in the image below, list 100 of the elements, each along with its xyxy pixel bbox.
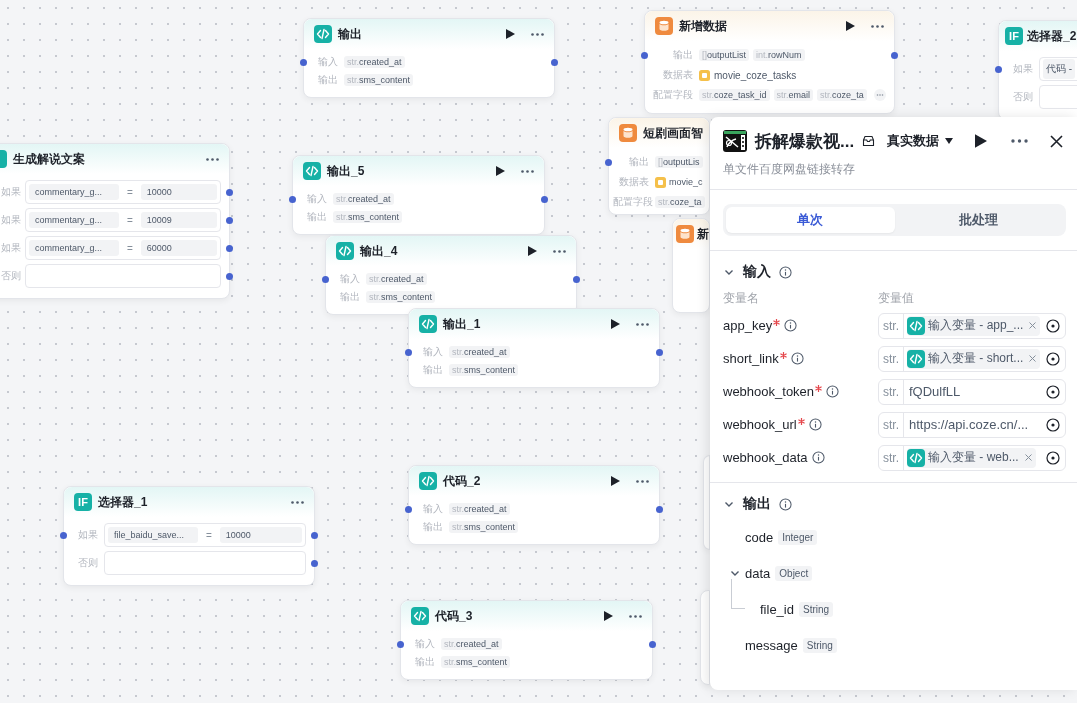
node-card[interactable]: IF 选择器_1 如果 file_baidu_save... = 10000 否则 (63, 486, 315, 586)
node-card[interactable]: 新 (672, 218, 710, 313)
else-field[interactable] (1039, 85, 1077, 109)
more-icon[interactable] (871, 24, 884, 28)
play-icon[interactable] (975, 134, 987, 148)
node-header[interactable]: 新增数据 (645, 11, 894, 41)
more-icon[interactable] (636, 322, 649, 326)
play-icon[interactable] (528, 246, 537, 256)
node-header[interactable]: 代码_3 (401, 601, 652, 631)
node-header[interactable]: 生成解说文案 (0, 144, 229, 174)
port-dot[interactable] (322, 275, 329, 283)
play-icon[interactable] (611, 476, 620, 486)
more-icon[interactable] (531, 32, 544, 36)
node-card[interactable]: IF 选择器_2 如果 代码 - 否则 (998, 20, 1077, 120)
node-header[interactable]: 输出_5 (293, 156, 544, 186)
node-card[interactable]: 代码_2 输入 str.created_at 输出 str.sms_content (408, 465, 660, 545)
info-icon[interactable] (779, 265, 792, 279)
port-dot[interactable] (311, 559, 318, 567)
reference-tag[interactable]: 输入变量 - web... (907, 447, 1036, 468)
node-card[interactable] (703, 455, 710, 550)
port-dot[interactable] (397, 640, 404, 648)
port-dot[interactable] (289, 195, 296, 203)
variable-picker-icon[interactable] (1046, 384, 1060, 399)
port-dot[interactable] (226, 244, 233, 252)
tab[interactable]: 单次 (726, 207, 895, 233)
node-card[interactable] (700, 590, 710, 685)
remove-icon[interactable] (1029, 322, 1037, 329)
more-icon[interactable] (291, 500, 304, 504)
port-dot[interactable] (405, 505, 412, 513)
node-header[interactable]: IF 选择器_2 (999, 21, 1077, 51)
value-field[interactable]: str. 输入变量 - web... (878, 444, 1066, 471)
port-dot[interactable] (995, 65, 1002, 73)
port-dot[interactable] (226, 188, 233, 196)
port-dot[interactable] (541, 195, 548, 203)
port-dot[interactable] (300, 58, 307, 66)
node-header[interactable]: 代码_2 (409, 466, 659, 496)
reference-tag[interactable]: 输入变量 - short... (907, 348, 1041, 369)
more-icon[interactable] (521, 169, 534, 173)
variable-picker-icon[interactable] (1046, 417, 1060, 432)
close-icon[interactable] (1050, 134, 1063, 148)
node-card[interactable]: 短剧画面智 输出 []outputLis 数据表 movie_c 配置字段 str.coze_ta (608, 117, 710, 215)
inbox-icon[interactable] (862, 135, 876, 147)
value-field[interactable]: str. fQDulfLL (878, 378, 1066, 405)
more-icon[interactable] (553, 249, 566, 253)
port-dot[interactable] (573, 275, 580, 283)
info-icon[interactable] (779, 497, 792, 511)
port-dot[interactable] (226, 216, 233, 224)
info-icon[interactable] (808, 418, 822, 431)
port-dot[interactable] (649, 640, 656, 648)
condition-field[interactable]: file_baidu_save... = 10000 (104, 523, 306, 547)
info-icon[interactable] (790, 352, 804, 365)
port-dot[interactable] (656, 505, 663, 513)
condition-field[interactable]: commentary_g... = 10009 (25, 208, 221, 232)
more-icon[interactable] (636, 479, 649, 483)
value-field[interactable]: str. 输入变量 - short... (878, 345, 1066, 372)
port-dot[interactable] (551, 58, 558, 66)
play-icon[interactable] (604, 611, 613, 621)
condition-field[interactable]: commentary_g... = 10000 (25, 180, 221, 204)
more-icon[interactable] (629, 614, 642, 618)
port-dot[interactable] (226, 272, 233, 280)
variable-picker-icon[interactable] (1046, 351, 1060, 366)
node-card[interactable]: 生成解说文案 如果 commentary_g... = 10000 如果 commentary_g... = 10009 如果 commentary_g... = 60000 否则 (0, 143, 230, 299)
node-card[interactable]: 新增数据 输出 []outputList int.rowNum 数据表 movie_coze_tasks 配置字段 str.coze_task_id str.email str.coze_ta (644, 10, 895, 114)
else-field[interactable] (25, 264, 221, 288)
play-icon[interactable] (846, 21, 855, 31)
else-field[interactable] (104, 551, 306, 575)
node-card[interactable]: 输出_4 输入 str.created_at 输出 str.sms_content (325, 235, 577, 315)
info-icon[interactable] (784, 319, 798, 332)
reference-tag[interactable]: 输入变量 - app_... (907, 315, 1041, 336)
node-header[interactable]: 输出 (304, 19, 554, 49)
port-dot[interactable] (405, 348, 412, 356)
info-icon[interactable] (811, 451, 825, 464)
more-icon[interactable] (206, 157, 219, 161)
remove-icon[interactable] (1024, 454, 1032, 461)
data-source-dropdown[interactable]: 真实数据 (887, 132, 954, 150)
node-header[interactable]: 新 (673, 219, 709, 249)
node-card[interactable]: 代码_3 输入 str.created_at 输出 str.sms_content (400, 600, 653, 680)
node-header[interactable]: 短剧画面智 (609, 118, 709, 148)
node-card[interactable]: 输出 输入 str.created_at 输出 str.sms_content (303, 18, 555, 98)
node-header[interactable]: 输出_4 (326, 236, 576, 266)
play-icon[interactable] (496, 166, 505, 176)
variable-picker-icon[interactable] (1046, 318, 1060, 333)
tab[interactable]: 批处理 (894, 207, 1063, 233)
variable-picker-icon[interactable] (1046, 450, 1060, 465)
node-card[interactable]: 输出_5 输入 str.created_at 输出 str.sms_content (292, 155, 545, 235)
port-dot[interactable] (311, 531, 318, 539)
play-icon[interactable] (506, 29, 515, 39)
more-icon[interactable] (1011, 139, 1028, 143)
node-header[interactable]: 输出_1 (409, 309, 659, 339)
port-dot[interactable] (891, 51, 898, 59)
condition-field[interactable]: commentary_g... = 60000 (25, 236, 221, 260)
port-dot[interactable] (656, 348, 663, 356)
node-header[interactable]: IF 选择器_1 (64, 487, 314, 517)
port-dot[interactable] (605, 158, 612, 166)
value-field[interactable]: str. https://api.coze.cn/... (878, 411, 1066, 438)
remove-icon[interactable] (1029, 355, 1037, 362)
port-dot[interactable] (60, 531, 67, 539)
info-icon[interactable] (826, 385, 840, 398)
port-dot[interactable] (641, 51, 648, 59)
value-field[interactable]: str. 输入变量 - app_... (878, 312, 1066, 339)
